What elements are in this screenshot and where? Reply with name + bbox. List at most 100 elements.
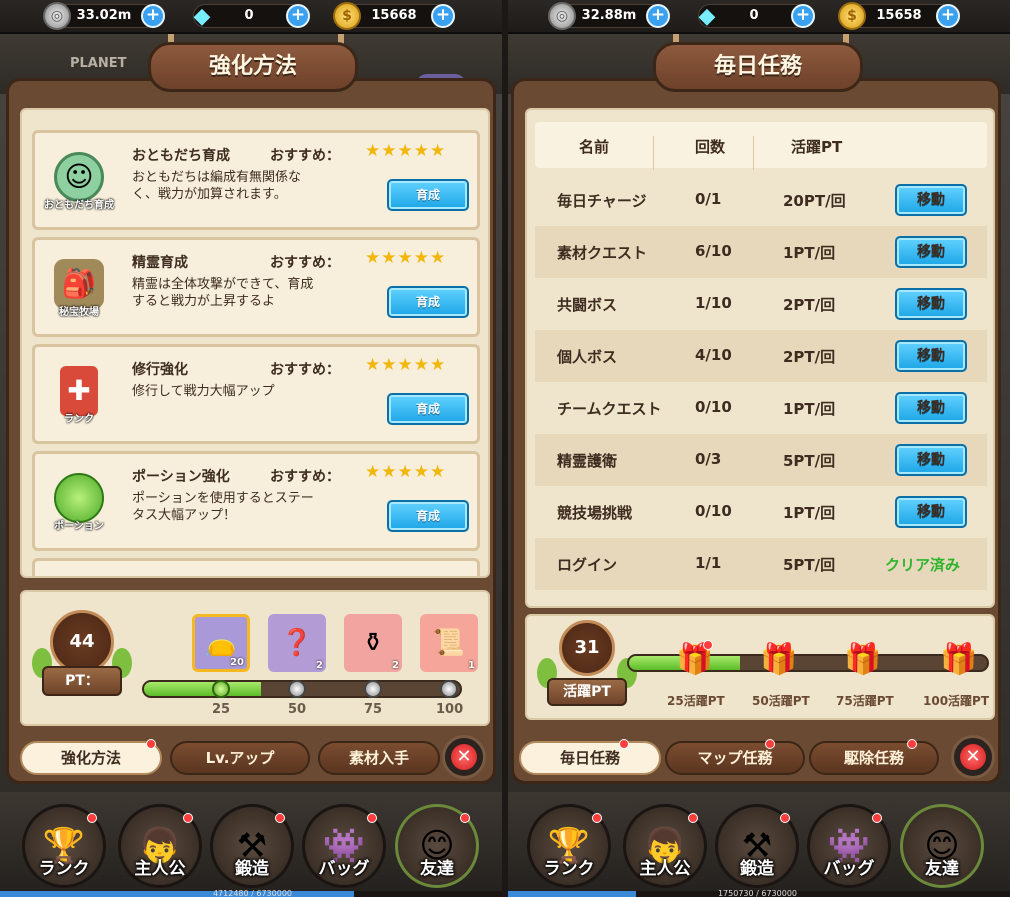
mission-count: 0/10 xyxy=(695,502,732,520)
cleared-status: クリア済み xyxy=(885,556,961,574)
move-button[interactable]: 移動 xyxy=(895,340,967,372)
gem-value: 0 xyxy=(749,8,759,23)
pt-badge: 44 PT： xyxy=(32,610,132,706)
table-row: チームクエスト 0/10 1PT/回 移動 xyxy=(535,382,987,434)
tick-label: 100 xyxy=(436,702,464,717)
table-row: 個人ボス 4/10 2PT/回 移動 xyxy=(535,330,987,382)
tab-level-up[interactable]: Lv.アップ xyxy=(170,741,310,775)
move-button[interactable]: 移動 xyxy=(895,236,967,268)
milestone-knob xyxy=(288,680,306,698)
milestone-knob xyxy=(440,680,458,698)
purple-potion-icon[interactable]: ⚱ 2 xyxy=(344,614,402,672)
star-scroll-icon[interactable]: 📜 1 xyxy=(420,614,478,672)
gift-box-icon[interactable]: 🎁 xyxy=(675,640,715,680)
column-separator xyxy=(753,136,754,170)
pt-progress-fill xyxy=(144,682,261,696)
train-button[interactable]: 育成 xyxy=(387,286,469,318)
notification-dot xyxy=(907,739,917,749)
item-description: 精霊は全体攻撃ができて、育成すると戦力が上昇するよ xyxy=(132,277,314,309)
mission-pt: 5PT/回 xyxy=(783,452,836,470)
column-header-name: 名前 xyxy=(579,138,610,156)
mystery-scroll-icon[interactable]: ❓ 2 xyxy=(268,614,326,672)
item-description: 修行して戦力大幅アップ xyxy=(132,384,275,399)
recommend-label: おすすめ： xyxy=(270,362,340,378)
gold-coin-icon: $ xyxy=(333,2,361,30)
planet-label: PLANET xyxy=(70,56,127,71)
add-silver-button[interactable]: + xyxy=(141,4,165,28)
tab-enhance-method[interactable]: 強化方法 xyxy=(20,739,162,775)
milestone-label: 100活躍PT xyxy=(923,694,990,708)
mission-name: 個人ボス xyxy=(557,348,618,366)
add-gem-button[interactable]: + xyxy=(791,4,815,28)
recommend-label: おすすめ： xyxy=(270,469,340,485)
mission-name: ログイン xyxy=(557,556,618,574)
add-gold-button[interactable]: + xyxy=(936,4,960,28)
notification-dot xyxy=(146,739,156,749)
tab-extermination-mission[interactable]: 駆除任務 xyxy=(809,739,939,775)
mission-pt: 1PT/回 xyxy=(783,400,836,418)
move-button[interactable]: 移動 xyxy=(895,496,967,528)
gem-value: 0 xyxy=(244,8,254,23)
dialog-title: 強化方法 xyxy=(148,42,358,92)
notification-dot xyxy=(765,739,775,749)
mission-table: 名前 回数 活躍PT 毎日チャージ 0/1 20PT/回 移動 素材クエスト 6/10 1P… xyxy=(525,108,995,608)
gem-icon: ◆ xyxy=(698,3,716,29)
tab-map-mission[interactable]: マップ任務 xyxy=(665,739,805,775)
move-button[interactable]: 移動 xyxy=(895,288,967,320)
tab-daily-mission[interactable]: 毎日任務 xyxy=(519,739,661,775)
backpack-icon: 🎒 秘宝牧場 xyxy=(43,252,115,324)
bottom-nav: 🏆 ランク 👦 主人公 ⚒ 鍛造 👾 バッグ 😊 友達 1750730 / 6730000 xyxy=(505,792,1010,897)
mission-pt: 20PT/回 xyxy=(783,192,846,210)
table-row: 素材クエスト 6/10 1PT/回 移動 xyxy=(535,226,987,278)
gift-box-icon[interactable]: 🎁 xyxy=(939,640,979,680)
add-gold-button[interactable]: + xyxy=(431,4,455,28)
mission-count: 4/10 xyxy=(695,346,732,364)
notification-dot xyxy=(592,813,602,823)
list-item: ☺ おともだち育成 おともだち育成 おすすめ： ★★★★★ おともだちは編成有無関… xyxy=(32,130,480,230)
nav-hero[interactable]: 👦 主人公 xyxy=(623,804,707,888)
column-header-pt: 活躍PT xyxy=(791,138,843,156)
gem-counter: ◆ 0 + xyxy=(698,4,815,29)
silver-counter: ◎ 33.02m + xyxy=(43,2,165,30)
nav-rank[interactable]: 🏆 ランク xyxy=(22,804,106,888)
item-bag-icon[interactable]: 👝 20 xyxy=(192,614,250,672)
train-button[interactable]: 育成 xyxy=(387,393,469,425)
xp-text: 1750730 / 6730000 xyxy=(717,889,798,897)
notification-dot xyxy=(703,640,713,650)
train-button[interactable]: 育成 xyxy=(387,500,469,532)
column-header-count: 回数 xyxy=(695,138,726,156)
column-separator xyxy=(653,136,654,170)
mission-count: 1/1 xyxy=(695,554,722,572)
close-button[interactable]: ✕ xyxy=(442,735,486,779)
pt-value: 44 xyxy=(50,610,114,674)
move-button[interactable]: 移動 xyxy=(895,392,967,424)
nav-bag[interactable]: 👾 バッグ xyxy=(302,804,386,888)
item-name: ポーション強化 xyxy=(132,469,230,485)
close-button[interactable]: ✕ xyxy=(951,735,995,779)
nav-rank[interactable]: 🏆 ランク xyxy=(527,804,611,888)
add-gem-button[interactable]: + xyxy=(286,4,310,28)
nav-hero[interactable]: 👦 主人公 xyxy=(118,804,202,888)
milestone-label: 75活躍PT xyxy=(836,694,894,708)
table-row: ログイン 1/1 5PT/回 クリア済み xyxy=(535,538,987,590)
nav-bag[interactable]: 👾 バッグ xyxy=(807,804,891,888)
pt-reward-area: 44 PT： 👝 20 ❓ 2 ⚱ 2 📜 1 25 50 75 100 xyxy=(20,590,490,726)
gift-box-icon[interactable]: 🎁 xyxy=(759,640,799,680)
move-button[interactable]: 移動 xyxy=(895,184,967,216)
nav-forge[interactable]: ⚒ 鍛造 xyxy=(210,804,294,888)
mission-pt: 2PT/回 xyxy=(783,348,836,366)
mission-count: 6/10 xyxy=(695,242,732,260)
move-button[interactable]: 移動 xyxy=(895,444,967,476)
tab-get-materials[interactable]: 素材入手 xyxy=(318,741,440,775)
silver-value: 32.88m xyxy=(581,8,637,23)
gift-box-icon[interactable]: 🎁 xyxy=(843,640,883,680)
activity-area: 31 活躍PT 🎁 🎁 🎁 🎁 25活躍PT 50活躍PT 75活躍PT 100… xyxy=(525,614,995,720)
milestone-knob xyxy=(364,680,382,698)
train-button[interactable]: 育成 xyxy=(387,179,469,211)
nav-forge[interactable]: ⚒ 鍛造 xyxy=(715,804,799,888)
nav-friends[interactable]: 😊 友達 xyxy=(395,804,479,888)
add-silver-button[interactable]: + xyxy=(646,4,670,28)
nav-friends[interactable]: 😊 友達 xyxy=(900,804,984,888)
gem-icon: ◆ xyxy=(193,3,211,29)
gold-coin-icon: $ xyxy=(838,2,866,30)
